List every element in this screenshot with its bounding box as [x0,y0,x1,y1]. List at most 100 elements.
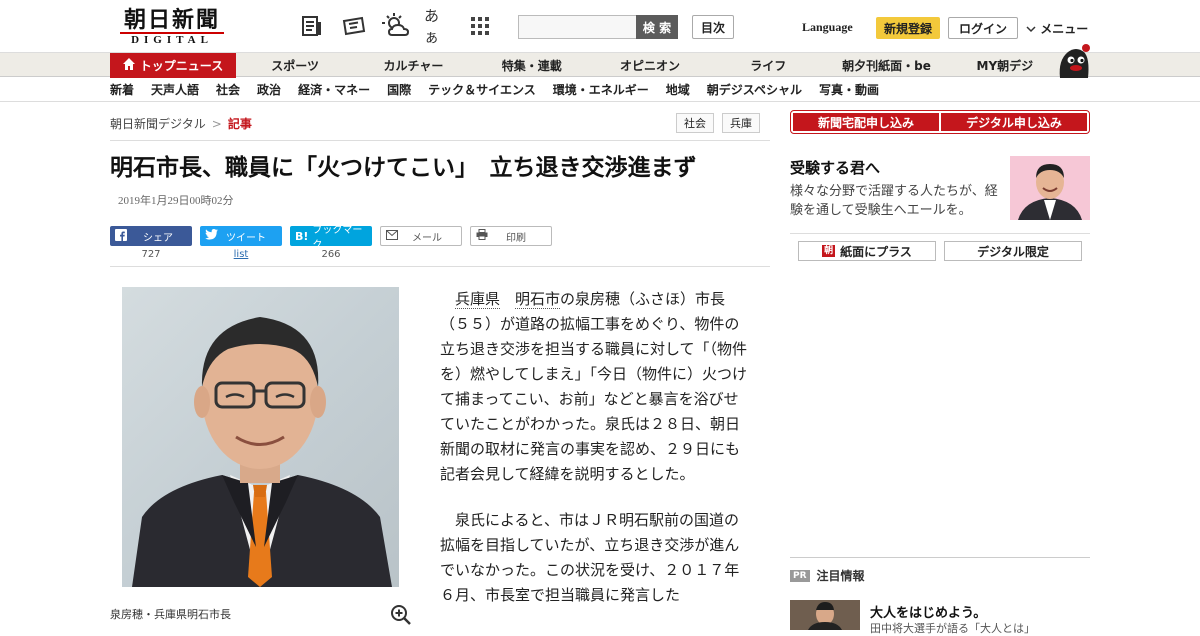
share-hatena: B! ブックマーク 266 [290,225,372,262]
home-icon [122,58,135,73]
twitter-share-label: ツイート [226,232,266,244]
promo-title[interactable]: 受験する君へ [790,157,880,178]
nav2-item-region[interactable]: 地域 [666,78,690,102]
paragraph-text: の泉房穂（ふさほ）市長（５５）が道路の拡幅工事をめぐり、物件の立ち退き交渉を担当… [440,290,748,483]
pr-image[interactable] [790,600,860,630]
pr-headline[interactable]: 大人をはじめよう。 [870,602,986,621]
zoom-in-icon[interactable] [390,604,412,626]
pr-badge: PR [790,569,810,582]
nav-item-my-asadigi[interactable]: MY朝デジ [946,53,1064,78]
nav2-item-tech[interactable]: テック＆サイエンス [428,78,536,102]
article-date: 2019年1月29日00時02分 [118,195,234,207]
share-twitter: ツイート list [200,226,282,262]
grid-menu-icon[interactable] [466,12,494,40]
nav2-item-photo[interactable]: 写真・動画 [819,78,879,102]
register-button[interactable]: 新規登録 [876,17,940,39]
digital-only-button[interactable]: デジタル限定 [944,241,1082,261]
ticket-icon[interactable] [340,12,368,40]
menu-button[interactable]: メニュー [1026,20,1088,37]
nav2-item-society[interactable]: 社会 [216,78,240,102]
facebook-share-count: 727 [141,249,161,260]
nav-top-news-label: トップニュース [139,59,224,73]
nav-item-sports[interactable]: スポーツ [236,53,354,78]
secondary-nav: 新着 天声人語 社会 政治 経済・マネー 国際 テック＆サイエンス 環境・エネル… [0,78,1200,102]
site-logo[interactable]: 朝日新聞 DIGITAL [112,8,232,48]
digital-subscribe-button[interactable]: デジタル申し込み [941,113,1087,131]
article-photo[interactable] [122,287,399,587]
breadcrumb-current: 記事 [227,117,252,131]
nav-item-opinion[interactable]: オピニオン [591,53,709,78]
hatena-icon: B! [295,229,309,243]
nav2-item-special[interactable]: 朝デジスペシャル [707,78,802,102]
subscription-buttons: 新聞宅配申し込み デジタル申し込み [790,110,1090,134]
primary-nav: トップニュース スポーツ カルチャー 特集・連載 オピニオン ライフ 朝夕刊紙面… [0,52,1200,78]
print-label: 印刷 [506,232,526,244]
mail-share-label: メール [412,232,442,244]
share-mail: メール [380,226,462,262]
share-print: 印刷 [470,226,552,262]
article-tags: 社会 兵庫 [676,113,760,133]
article-paragraph: 泉氏によると、市はＪＲ明石駅前の国道の拡幅を目指していたが、立ち退き交渉が進んで… [440,511,740,604]
nav2-item-tensei[interactable]: 天声人語 [151,78,199,102]
nav-item-culture[interactable]: カルチャー [354,53,472,78]
mascot-icon[interactable] [1054,42,1092,78]
facebook-share-label: シェア [143,232,173,244]
divider [790,233,1090,234]
keyword-link-hyogo[interactable]: 兵庫県 [455,290,501,309]
logo-main: 朝日新聞 [123,7,220,33]
print-icon [476,229,488,243]
nav2-item-environment[interactable]: 環境・エネルギー [553,78,649,102]
twitter-share-button[interactable]: ツイート [200,226,282,246]
breadcrumb: 朝日新聞デジタル > 記事 [110,115,252,132]
article-paragraph: 兵庫県 明石市の泉房穂（ふさほ）市長（５５）が道路の拡幅工事をめぐり、物件の立ち… [440,287,752,487]
pr-label: 注目情報 [816,569,865,583]
login-button[interactable]: ログイン [948,17,1018,39]
header-icons: あぁ [298,7,494,46]
promo-image[interactable] [1010,156,1090,220]
paper-plus-label: 紙面にプラス [840,244,912,259]
facebook-icon [115,228,127,244]
search-input[interactable] [518,15,636,39]
asahi-badge-icon: 朝 [822,245,836,257]
nav2-item-new[interactable]: 新着 [110,78,134,102]
facebook-share-button[interactable]: シェア [110,226,192,246]
hatena-bookmark-label: ブックマーク [312,225,363,251]
search-button[interactable]: 検 索 [636,15,678,39]
tag-society[interactable]: 社会 [676,113,714,133]
home-delivery-button[interactable]: 新聞宅配申し込み [793,113,939,131]
text-size-icon[interactable]: あぁ [424,7,452,46]
tag-hyogo[interactable]: 兵庫 [722,113,760,133]
divider [790,557,1090,558]
chevron-down-icon [1026,22,1040,36]
paper-plus-button[interactable]: 朝 紙面にプラス [798,241,936,261]
nav-top-news[interactable]: トップニュース [110,53,236,78]
nav2-item-politics[interactable]: 政治 [257,78,281,102]
twitter-share-count[interactable]: list [200,249,282,261]
divider [110,266,770,267]
logo-sub: DIGITAL [120,32,224,47]
contents-button[interactable]: 目次 [692,15,734,39]
nav-item-paper[interactable]: 朝夕刊紙面・be [827,53,945,78]
weather-icon[interactable] [382,12,410,40]
site-header: 朝日新聞 DIGITAL あぁ 検 索 目次 Language 新規登録 ログイ… [0,0,1200,52]
newspaper-icon[interactable] [298,12,326,40]
mail-share-button[interactable]: メール [380,226,462,246]
print-button[interactable]: 印刷 [470,226,552,246]
article-title: 明石市長、職員に「火つけてこい」 立ち退き交渉進まず [110,155,697,181]
hatena-bookmark-button[interactable]: B! ブックマーク [290,225,372,251]
language-link[interactable]: Language [802,20,853,35]
breadcrumb-home[interactable]: 朝日新聞デジタル [110,117,206,131]
nav2-item-economy[interactable]: 経済・マネー [298,78,370,102]
nav-item-life[interactable]: ライフ [709,53,827,78]
photo-caption: 泉房穂・兵庫県明石市長 [110,608,231,621]
share-bar: シェア 727 ツイート list B! ブックマーク 266 メール 印刷 [110,225,552,262]
primary-nav-items: スポーツ カルチャー 特集・連載 オピニオン ライフ 朝夕刊紙面・be MY朝デ… [236,53,1064,78]
nav2-item-international[interactable]: 国際 [387,78,411,102]
keyword-link-akashi[interactable]: 明石市 [515,290,561,309]
pr-subtext: 田中将大選手が語る「大人とは」 [870,622,1035,635]
promo-text: 様々な分野で活躍する人たちが、経験を通して受験生へエールを。 [790,184,998,218]
secondary-nav-items: 新着 天声人語 社会 政治 経済・マネー 国際 テック＆サイエンス 環境・エネル… [110,78,879,102]
pr-header: PR 注目情報 [790,567,865,584]
nav-item-features[interactable]: 特集・連載 [473,53,591,78]
text-size-label: あぁ [424,7,440,46]
